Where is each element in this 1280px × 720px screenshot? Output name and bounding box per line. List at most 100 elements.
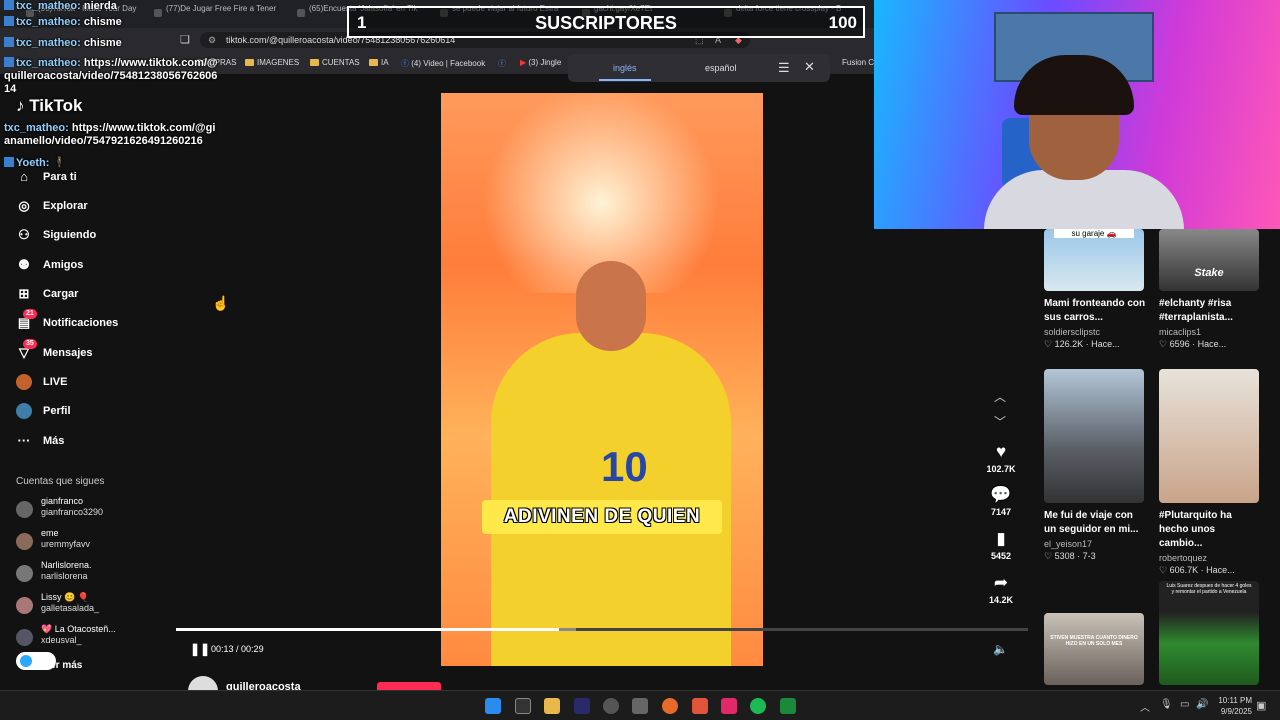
chat-message: txc_matheo: nierda: [4, 0, 117, 13]
chat-message: txc_matheo: https://www.tiktok.com/@gian…: [4, 122, 216, 147]
more-icon: ···: [17, 433, 31, 448]
speaker-icon[interactable]: 🔊: [1196, 699, 1208, 710]
card-thumbnail: [1044, 369, 1144, 503]
following-title: Cuentas que sigues: [16, 476, 105, 487]
sidebar-item-mensajes[interactable]: ▽ 35 Mensajes: [16, 339, 93, 364]
taskbar-clock[interactable]: 10:11 PM 9/9/2025: [1218, 695, 1252, 717]
app-icon[interactable]: [780, 698, 796, 714]
bookmark-button[interactable]: ▮ 5452: [983, 529, 1019, 561]
translate-lang-to[interactable]: español: [705, 63, 737, 73]
chevron-down-icon[interactable]: ﹀: [994, 413, 1006, 430]
windows-taskbar: ︿ 🎙 ▭ 🔊 10:11 PM 9/9/2025 ▣: [0, 690, 1280, 720]
sidebar-item-perfil[interactable]: Perfil: [16, 400, 71, 422]
bookmark-folder[interactable]: CUENTAS: [310, 58, 360, 67]
subscriber-goal-overlay: 1 SUSCRIPTORES 100: [347, 6, 865, 38]
chevron-up-icon[interactable]: ︿: [994, 388, 1006, 405]
menu-icon[interactable]: ☰: [778, 60, 790, 76]
browser-tab[interactable]: (77)De Jugar Free Fire a Tener: [152, 4, 282, 24]
video-player[interactable]: 10: [441, 93, 763, 666]
bookmark-link[interactable]: ▶ (3) Jingle: [520, 58, 561, 67]
bookmark-icon: ▮: [996, 529, 1006, 548]
card-thumbnail: STIVEN MUESTRA CUANTO DINERO HIZO EN UN …: [1044, 613, 1144, 685]
webcam-feed: [874, 0, 1280, 229]
recommended-video-card[interactable]: Me fui de viaje con un seguidor en mi...…: [1044, 369, 1146, 562]
card-thumbnail: su garaje 🚗: [1044, 229, 1144, 291]
epic-games-icon[interactable]: [515, 698, 531, 714]
brave-icon[interactable]: [692, 698, 708, 714]
recommended-video-card[interactable]: Stake #elchanty #risa #terraplanista... …: [1159, 229, 1261, 350]
recommended-video-card[interactable]: STIVEN MUESTRA CUANTO DINERO HIZO EN UN …: [1044, 613, 1146, 685]
windows-start-icon[interactable]: [485, 698, 501, 714]
video-caption: ADIVINEN DE QUIEN: [482, 500, 722, 534]
twitch-icon: [4, 157, 14, 167]
network-icon[interactable]: ▭: [1180, 699, 1189, 710]
sidebar-item-live[interactable]: LIVE: [16, 371, 67, 393]
sidebar-item-mas[interactable]: ··· Más: [16, 430, 65, 452]
avatar: [16, 629, 33, 646]
tiktok-app-icon[interactable]: [721, 698, 737, 714]
translate-popup: inglés español ☰ ✕: [568, 54, 830, 82]
app-icon[interactable]: [632, 698, 648, 714]
obs-icon[interactable]: [603, 698, 619, 714]
folder-icon: [245, 59, 254, 66]
avatar: [16, 565, 33, 582]
sub-goal: 100: [828, 13, 857, 32]
chat-message: txc_matheo: https://www.tiktok.com/@quil…: [4, 57, 218, 95]
profile-icon: [16, 403, 32, 419]
twitch-icon: [4, 37, 14, 47]
sidebar-item-para-ti[interactable]: ⌂ Para ti: [16, 166, 77, 188]
messages-icon: ▽ 35: [16, 339, 37, 361]
premiere-icon[interactable]: [574, 698, 590, 714]
folder-icon: [310, 59, 319, 66]
avatar: [16, 501, 33, 518]
see-more-link[interactable]: Ver más: [44, 660, 82, 671]
tray-chevron-icon[interactable]: ︿: [1140, 699, 1150, 714]
twitch-icon: [4, 16, 14, 26]
spotify-icon[interactable]: [750, 698, 766, 714]
home-icon: ⌂: [20, 169, 28, 184]
bookmark-folder[interactable]: IA: [369, 58, 389, 67]
sidebar-item-cargar[interactable]: ⊞ Cargar: [16, 283, 79, 305]
site-info-icon[interactable]: ⚙: [208, 32, 216, 48]
pause-icon[interactable]: ❚❚: [190, 642, 210, 656]
sidebar-item-amigos[interactable]: ⚉ Amigos: [16, 254, 83, 276]
notification-icon[interactable]: ▣: [1256, 699, 1266, 712]
notification-badge: 21: [23, 309, 37, 319]
bookmark-folder[interactable]: IMAGENES: [245, 58, 299, 67]
video-progress-bar[interactable]: [176, 628, 1028, 631]
progress-fill: [176, 628, 560, 631]
sidebar-item-notificaciones[interactable]: ▤ 21 Notificaciones: [16, 309, 118, 334]
video-author[interactable]: quilleroacosta: [188, 676, 488, 706]
translate-lang-from[interactable]: inglés: [599, 63, 650, 81]
recommended-video-card[interactable]: #Plutarquito ha hecho unos cambio... rob…: [1159, 369, 1261, 576]
avatar: [16, 597, 33, 614]
followed-account[interactable]: Lissy 😊 🎈 galletasalada_: [16, 592, 166, 620]
live-icon: [16, 374, 32, 390]
followed-account[interactable]: 💖 La Otacosteñ... xdeusval_: [16, 624, 166, 652]
share-icon: ➦: [993, 573, 1009, 592]
close-icon[interactable]: ✕: [804, 59, 815, 75]
microphone-icon[interactable]: 🎙: [1160, 699, 1173, 710]
file-explorer-icon[interactable]: [544, 698, 560, 714]
share-button[interactable]: ➦ 14.2K: [983, 573, 1019, 605]
heart-icon: ♥: [995, 442, 1007, 461]
app-icon[interactable]: [662, 698, 678, 714]
bookmark-star-icon[interactable]: ❏: [180, 33, 190, 46]
facebook-icon[interactable]: ⓕ: [498, 58, 506, 69]
facebook-icon: ⓕ: [401, 59, 412, 68]
card-thumbnail: Stake: [1159, 229, 1259, 291]
tiktok-logo[interactable]: ♪ TikTok: [16, 96, 82, 116]
bookmark-link[interactable]: Fusion C: [842, 58, 874, 67]
bookmark-link[interactable]: ⓕ (4) Video | Facebook: [401, 58, 485, 69]
followed-account[interactable]: eme uremmyfavv: [16, 528, 166, 556]
followed-account[interactable]: Narlislorena. narlislorena: [16, 560, 166, 588]
following-icon: ⚇: [18, 227, 30, 242]
followed-account[interactable]: gianfranco gianfranco3290: [16, 496, 166, 524]
sidebar-item-explorar[interactable]: ◎ Explorar: [16, 195, 87, 217]
sidebar-item-siguiendo[interactable]: ⚇ Siguiendo: [16, 224, 96, 246]
like-button[interactable]: ♥ 102.7K: [983, 442, 1019, 474]
recommended-video-card[interactable]: su garaje 🚗 Mami fronteando con sus carr…: [1044, 229, 1146, 350]
volume-icon[interactable]: 🔈: [993, 642, 1008, 656]
comment-button[interactable]: 💬 7147: [983, 485, 1019, 517]
recommended-video-card[interactable]: Luis Suarez despues de hacer 4 goles y r…: [1159, 581, 1261, 685]
